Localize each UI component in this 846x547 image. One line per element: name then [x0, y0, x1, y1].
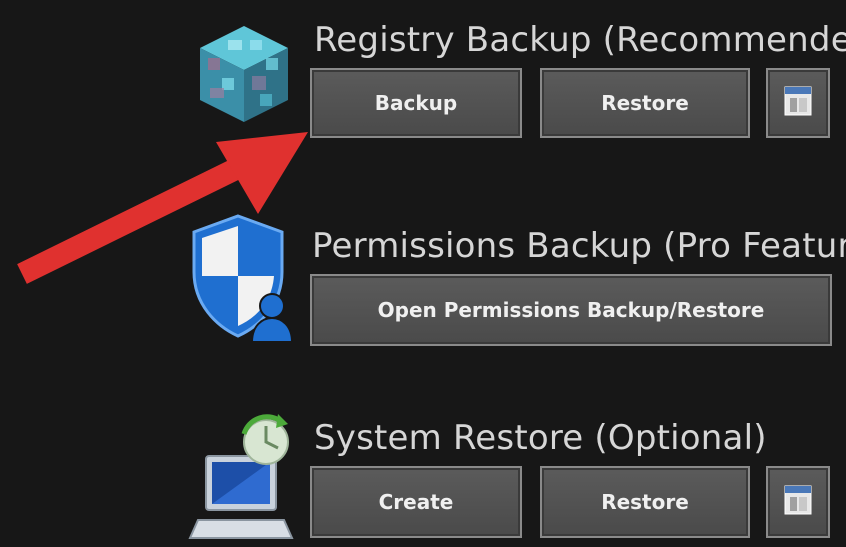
backup-panel: Registry Backup (Recommended) Backup Res… — [0, 0, 846, 547]
red-arrow-icon — [17, 132, 308, 284]
